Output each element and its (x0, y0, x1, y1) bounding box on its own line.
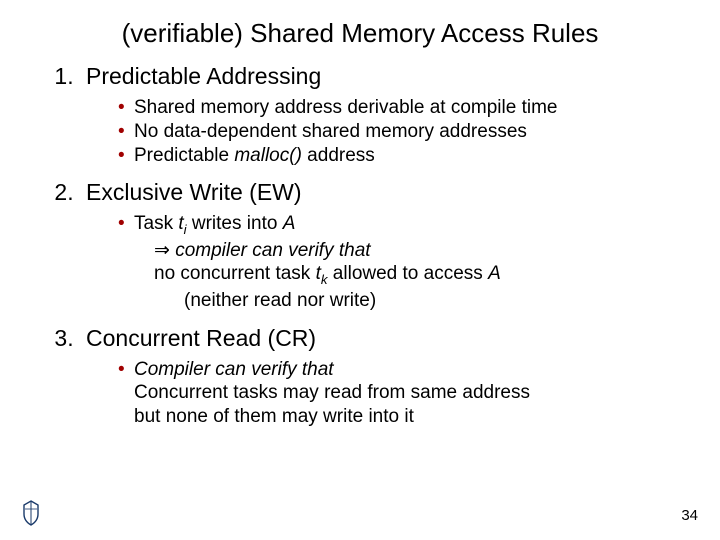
malloc-text: malloc() (234, 145, 302, 166)
item-2: Exclusive Write (EW) Task ti writes into… (80, 179, 680, 312)
arrow-icon: ⇒ (154, 240, 175, 261)
text: compiler can verify that (175, 240, 370, 261)
line-3: but none of them may write into it (134, 405, 680, 429)
sub-k: k (321, 272, 328, 287)
item-1-label: Predictable Addressing (80, 63, 321, 89)
text: Shared memory address derivable at compi… (134, 97, 557, 118)
var-A: A (283, 213, 296, 234)
item-1-bullet-3: Predictable malloc() address (118, 144, 680, 168)
text: No data-dependent shared memory addresse… (134, 121, 527, 142)
item-3-label: Concurrent Read (CR) (80, 325, 316, 351)
text: writes into (187, 213, 283, 234)
item-2-sublist: Task ti writes into A ⇒ compiler can ver… (80, 212, 680, 312)
slide-title: (verifiable) Shared Memory Access Rules (40, 18, 680, 49)
item-2-label: Exclusive Write (EW) (80, 179, 302, 205)
text: Compiler can verify that (134, 359, 334, 380)
text: Task (134, 213, 178, 234)
logo-icon (22, 500, 40, 526)
item-1: Predictable Addressing Shared memory add… (80, 63, 680, 167)
item-3-sublist: Compiler can verify that Concurrent task… (80, 358, 680, 429)
line-3: no concurrent task tk allowed to access … (134, 262, 680, 288)
item-2-bullet-1: Task ti writes into A ⇒ compiler can ver… (118, 212, 680, 312)
text: address (302, 145, 375, 166)
line-4: (neither read nor write) (134, 289, 680, 313)
text: no concurrent task (154, 263, 316, 284)
page-number: 34 (681, 507, 698, 524)
text: allowed to access (328, 263, 489, 284)
item-1-bullet-1: Shared memory address derivable at compi… (118, 96, 680, 120)
item-1-sublist: Shared memory address derivable at compi… (80, 96, 680, 167)
slide: (verifiable) Shared Memory Access Rules … (0, 0, 720, 429)
main-list: Predictable Addressing Shared memory add… (40, 63, 680, 429)
item-3: Concurrent Read (CR) Compiler can verify… (80, 325, 680, 429)
line-2: Concurrent tasks may read from same addr… (134, 381, 680, 405)
var-A: A (488, 263, 501, 284)
text: Predictable (134, 145, 234, 166)
item-3-bullet-1: Compiler can verify that Concurrent task… (118, 358, 680, 429)
item-1-bullet-2: No data-dependent shared memory addresse… (118, 120, 680, 144)
line-2: ⇒ compiler can verify that (134, 239, 680, 263)
